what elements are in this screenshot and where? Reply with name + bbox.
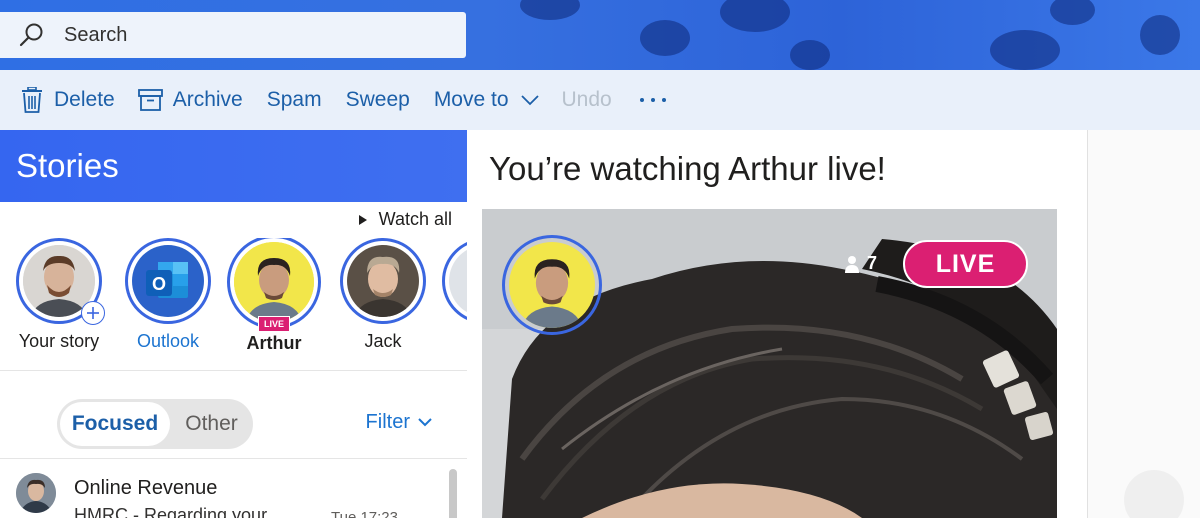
chevron-down-icon: [418, 418, 432, 427]
left-panel: Stories Watch all Your story O Outlook L…: [0, 130, 467, 518]
avatar: [449, 245, 467, 317]
header-decoration: [640, 20, 690, 56]
filter-button[interactable]: Filter: [366, 411, 432, 434]
streamer-avatar[interactable]: [502, 235, 602, 335]
scrollbar[interactable]: [449, 469, 457, 518]
play-icon: [358, 214, 367, 225]
story-ring: LIVE: [227, 238, 321, 332]
story-your-story[interactable]: Your story: [14, 238, 105, 352]
reading-title: You’re watching Arthur live!: [489, 150, 886, 187]
story-ring: O: [125, 238, 211, 324]
story-label: Your story: [18, 331, 100, 351]
story-ring: [16, 238, 105, 325]
sweep-label: Sweep: [345, 88, 410, 111]
mail-time: Tue 17:23: [331, 509, 398, 518]
right-area: [1088, 130, 1200, 518]
delete-label: Delete: [54, 88, 115, 111]
reading-pane: You’re watching Arthur live! 7 LIVE: [467, 130, 1088, 518]
more-icon: [639, 98, 666, 102]
svg-text:O: O: [152, 274, 166, 294]
watch-all-label: Watch all: [378, 209, 452, 229]
mail-tabs-area: Focused Other Filter: [0, 370, 467, 458]
story-outlook[interactable]: O Outlook: [122, 238, 214, 352]
add-icon[interactable]: [81, 301, 105, 325]
stories-title: Stories: [16, 147, 119, 184]
avatar: [16, 473, 56, 513]
search-input[interactable]: [64, 23, 444, 47]
search-icon: [19, 23, 43, 47]
header-decoration: [720, 0, 790, 32]
story-label: Jack: [364, 331, 402, 351]
story-partial[interactable]: [442, 238, 467, 324]
story-label: Arthur: [246, 333, 302, 353]
undo-label: Undo: [561, 88, 612, 111]
live-badge: LIVE: [257, 316, 291, 332]
story-arthur[interactable]: LIVE Arthur: [226, 238, 322, 354]
avatar: [347, 245, 419, 317]
story-jack[interactable]: Jack: [338, 238, 428, 352]
archive-icon: [137, 89, 163, 111]
avatar: [234, 242, 314, 322]
delete-button[interactable]: Delete: [20, 70, 115, 130]
stories-row: Your story O Outlook LIVE Arthur Jack: [0, 238, 467, 360]
avatar: [509, 242, 595, 328]
spam-label: Spam: [266, 88, 322, 111]
filter-label: Filter: [365, 411, 410, 433]
header-decoration: [1050, 0, 1095, 25]
stories-header: Stories: [0, 130, 467, 202]
chevron-down-icon: [520, 94, 539, 106]
more-actions-button[interactable]: [639, 70, 666, 130]
header-decoration: [990, 30, 1060, 70]
focused-other-pivot: Focused Other: [57, 399, 253, 449]
live-button[interactable]: LIVE: [903, 240, 1028, 288]
outlook-icon: O: [132, 245, 204, 317]
archive-label: Archive: [172, 88, 243, 111]
story-label: Outlook: [136, 331, 200, 351]
header-decoration: [520, 0, 580, 20]
header-decoration: [1140, 15, 1180, 55]
sweep-button[interactable]: Sweep: [346, 70, 410, 130]
tab-focused[interactable]: Focused: [60, 402, 170, 446]
move-to-label: Move to: [433, 88, 509, 111]
search-box[interactable]: [0, 12, 466, 58]
watch-all-button[interactable]: Watch all: [358, 209, 452, 230]
viewer-count: 7: [845, 253, 877, 274]
story-ring: [340, 238, 426, 324]
trash-icon: [20, 87, 44, 113]
person-icon: [845, 255, 859, 273]
move-to-button[interactable]: Move to: [434, 70, 539, 130]
header-decoration: [790, 40, 830, 70]
live-video[interactable]: 7 LIVE: [482, 209, 1057, 518]
command-toolbar: Delete Archive Spam Sweep Move to Undo: [0, 70, 1200, 130]
viewer-count-value: 7: [867, 253, 878, 273]
mail-sender: Online Revenue: [74, 477, 218, 499]
mail-subject: HMRC - Regarding your: [74, 505, 268, 518]
app-header: [0, 0, 1200, 70]
avatar: [1124, 470, 1184, 518]
tab-other[interactable]: Other: [170, 412, 253, 436]
story-ring: [442, 238, 467, 324]
undo-button[interactable]: Undo: [562, 70, 612, 130]
list-item[interactable]: Online Revenue HMRC - Regarding your Tue…: [0, 458, 467, 518]
archive-button[interactable]: Archive: [137, 70, 243, 130]
spam-button[interactable]: Spam: [267, 70, 322, 130]
